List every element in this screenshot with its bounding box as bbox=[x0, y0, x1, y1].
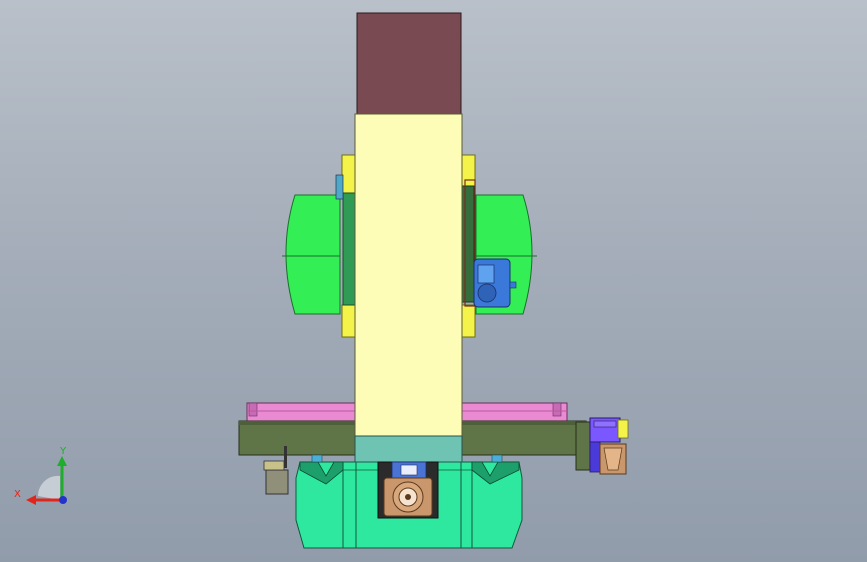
spindle-head[interactable] bbox=[356, 12, 462, 115]
left-lower-bracket bbox=[341, 304, 357, 338]
right-lower-bracket bbox=[460, 304, 476, 338]
axis-triad: Y X bbox=[14, 446, 67, 505]
z-axis-dot bbox=[59, 496, 67, 504]
left-upper-bracket bbox=[341, 154, 357, 194]
machine-drawing: Y X bbox=[14, 12, 629, 549]
y-axis-label: Y bbox=[59, 446, 67, 457]
left-rotary-arm[interactable] bbox=[282, 194, 341, 315]
cad-viewport[interactable]: Y X bbox=[0, 0, 867, 562]
right-servo-assembly[interactable] bbox=[575, 417, 629, 475]
center-drive-housing[interactable] bbox=[377, 461, 439, 519]
column[interactable] bbox=[354, 113, 463, 437]
column-base bbox=[354, 435, 463, 463]
motor[interactable] bbox=[473, 258, 517, 308]
right-guide-rail bbox=[461, 179, 476, 307]
x-axis-label: X bbox=[14, 489, 21, 500]
